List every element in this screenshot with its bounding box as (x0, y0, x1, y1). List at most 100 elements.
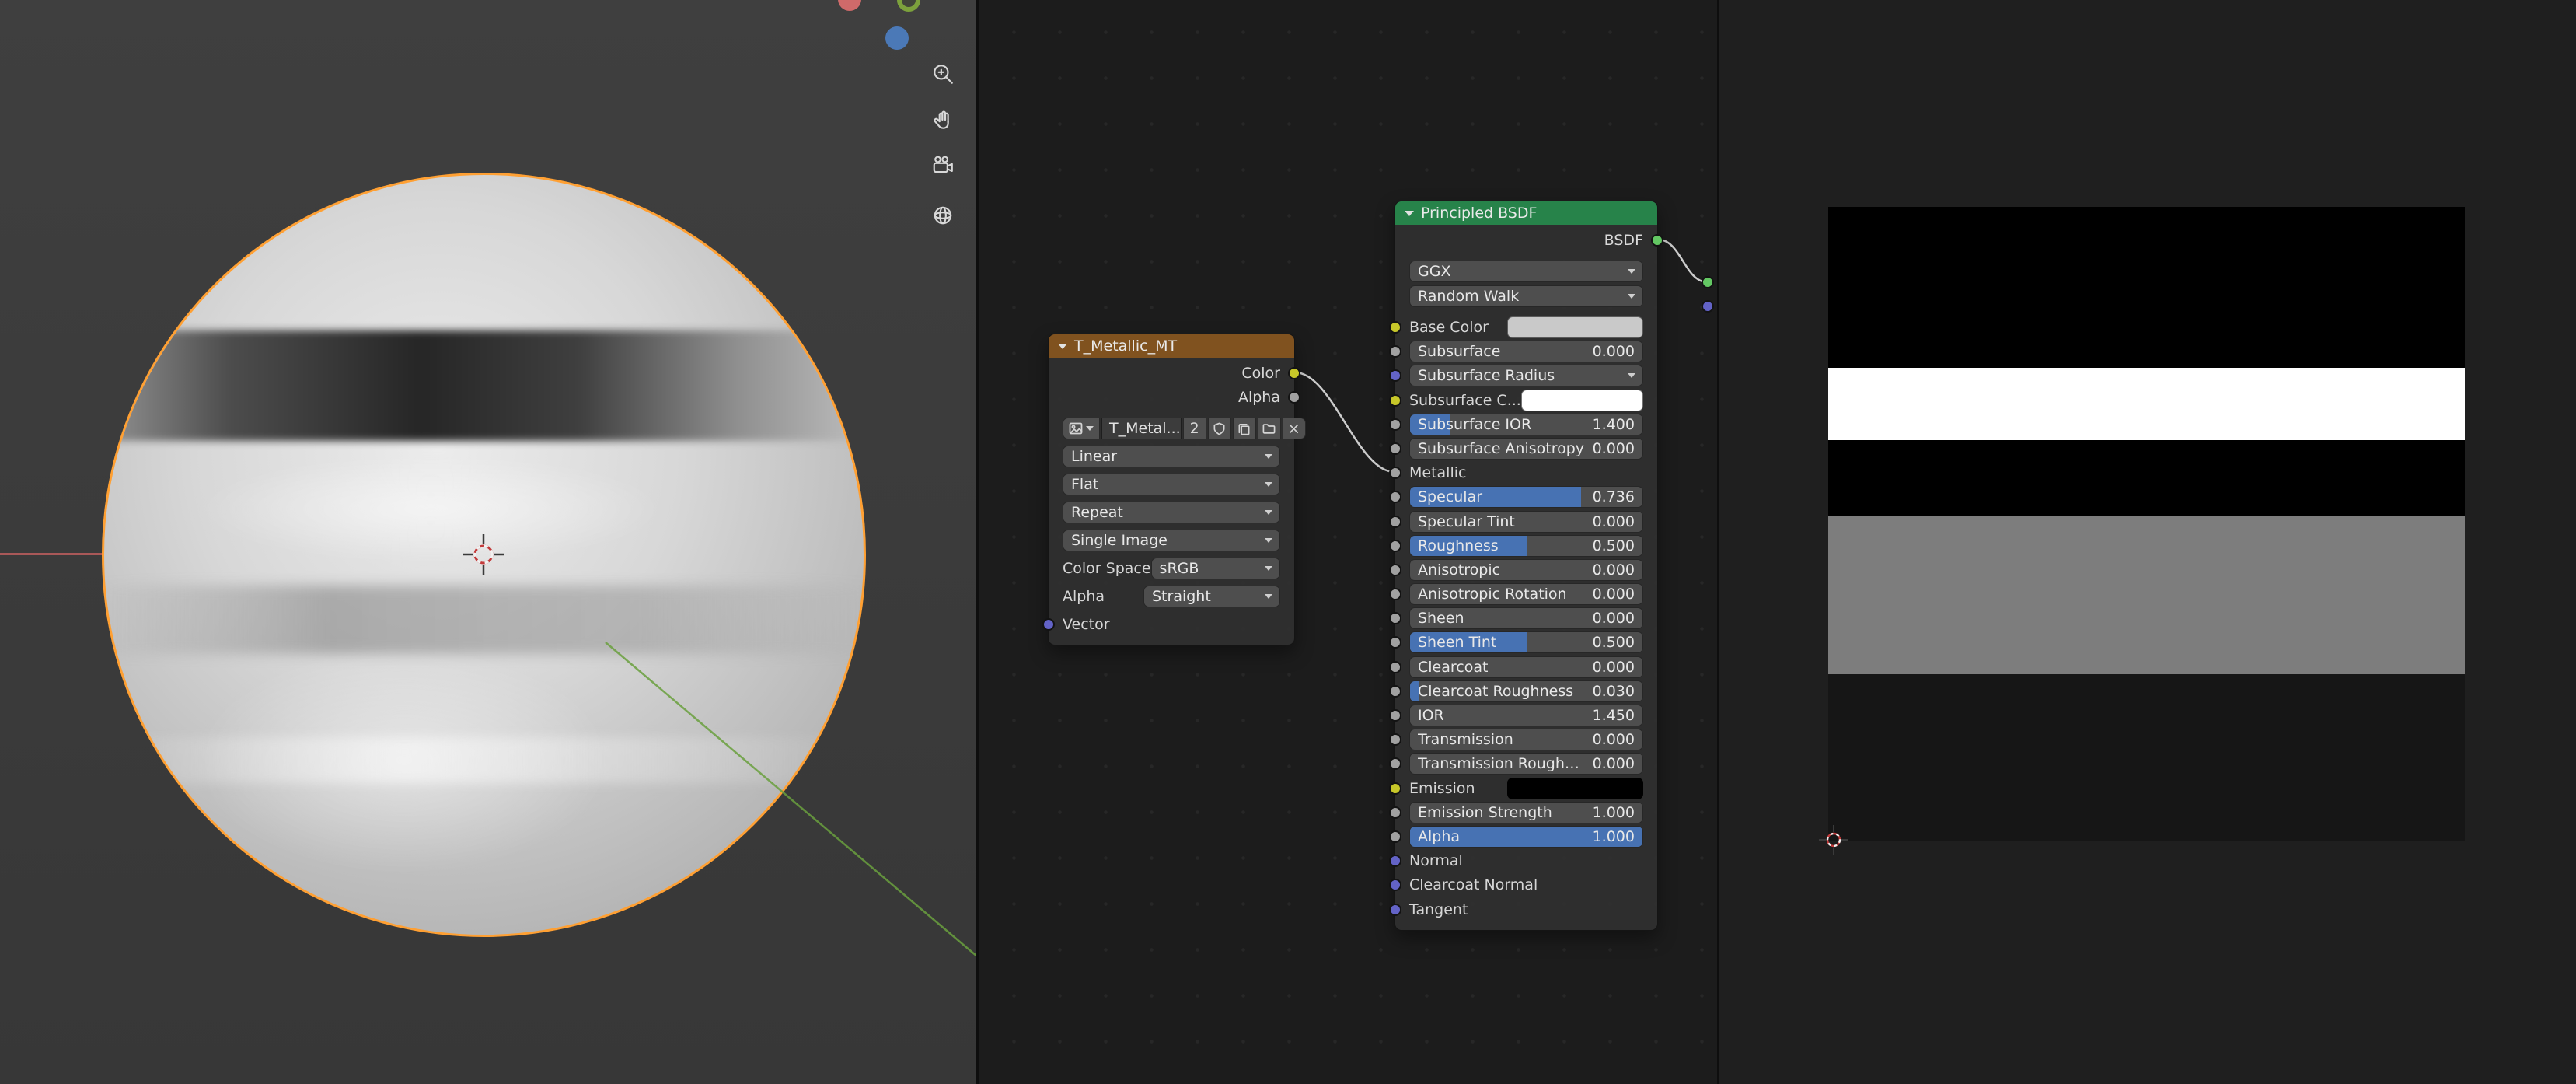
image-texture-node[interactable]: T_Metallic_MT Color Alpha (1048, 334, 1295, 645)
bsdf-row-ior: IOR 1.450 (1395, 705, 1657, 726)
sheen-tint-socket[interactable] (1389, 636, 1401, 649)
bsdf-row-anisotropic-rotation: Anisotropic Rotation 0.000 (1395, 583, 1657, 605)
emission-swatch[interactable] (1507, 778, 1643, 799)
clearcoat-slider[interactable]: Clearcoat 0.000 (1409, 656, 1643, 678)
principled-bsdf-node[interactable]: Principled BSDF BSDF GGX Random Walk (1394, 201, 1658, 931)
image-browse-button[interactable] (1063, 418, 1100, 439)
shader-editor[interactable]: T_Metallic_MT Color Alpha (979, 0, 1717, 1084)
emission-strength-socket[interactable] (1389, 806, 1401, 819)
editor-divider-left[interactable] (976, 0, 979, 1084)
image-name-field[interactable]: T_Metal... (1101, 418, 1182, 439)
clearcoat-socket[interactable] (1389, 661, 1401, 673)
subsurface-radius-dropdown[interactable]: Subsurface Radius (1409, 365, 1643, 386)
material-output-surface-socket[interactable] (1702, 276, 1714, 288)
open-image-button[interactable] (1258, 418, 1281, 439)
gizmo-axis-z-ball[interactable] (885, 26, 909, 50)
anisotropic-socket[interactable] (1389, 564, 1401, 576)
unlink-image-button[interactable] (1283, 418, 1306, 439)
chevron-down-icon (1265, 482, 1272, 487)
3d-viewport[interactable] (0, 0, 976, 1084)
anisotropic-slider[interactable]: Anisotropic 0.000 (1409, 559, 1643, 581)
tangent-socket[interactable] (1389, 904, 1401, 916)
gizmo-axis-y-ball[interactable] (897, 0, 920, 12)
transmission-slider[interactable]: Transmission 0.000 (1409, 729, 1643, 750)
specular-slider[interactable]: Specular 0.736 (1409, 486, 1643, 508)
collapse-chevron-icon[interactable] (1405, 211, 1414, 216)
image-node-header[interactable]: T_Metallic_MT (1049, 334, 1294, 358)
vector-input-socket[interactable] (1042, 618, 1055, 631)
fake-user-button[interactable] (1208, 418, 1231, 439)
emission-strength-field[interactable]: Emission Strength 1.000 (1409, 802, 1643, 823)
ior-socket[interactable] (1389, 709, 1401, 722)
extension-dropdown[interactable]: Repeat (1063, 502, 1280, 523)
roughness-slider[interactable]: Roughness 0.500 (1409, 535, 1643, 557)
slider-value: 0.000 (1593, 659, 1635, 676)
sheen-socket[interactable] (1389, 612, 1401, 624)
alpha-socket[interactable] (1389, 830, 1401, 843)
texture-stripe-5 (1828, 674, 2465, 841)
normal-socket[interactable] (1389, 855, 1401, 867)
slider-label: Subsurface (1418, 343, 1588, 360)
slider-label: Roughness (1418, 537, 1588, 554)
zoom-icon[interactable] (927, 58, 959, 90)
anisotropic-rotation-slider[interactable]: Anisotropic Rotation 0.000 (1409, 583, 1643, 605)
subsurface-slider[interactable]: Subsurface 0.000 (1409, 341, 1643, 362)
transmission-roughness-slider[interactable]: Transmission Roughness 0.000 (1409, 753, 1643, 775)
2d-cursor (1817, 823, 1851, 857)
specular-socket[interactable] (1389, 491, 1401, 503)
collapse-chevron-icon[interactable] (1058, 344, 1067, 349)
field-label: IOR (1418, 707, 1588, 724)
alpha-output-socket[interactable] (1288, 391, 1300, 404)
bsdf-output-socket[interactable] (1651, 234, 1663, 247)
subsurface-anisotropy-slider[interactable]: Subsurface Anisotropy 0.000 (1409, 438, 1643, 460)
subsurface-ior-slider[interactable]: Subsurface IOR 1.400 (1409, 414, 1643, 435)
subsurface-method-dropdown[interactable]: Random Walk (1409, 285, 1643, 307)
clearcoat-normal-socket[interactable] (1389, 879, 1401, 891)
base-color-socket[interactable] (1389, 321, 1401, 334)
subsurface-socket[interactable] (1389, 345, 1401, 358)
subsurface-color-swatch[interactable] (1521, 390, 1643, 411)
clearcoat-roughness-slider[interactable]: Clearcoat Roughness 0.030 (1409, 680, 1643, 702)
texture-image[interactable] (1828, 207, 2465, 841)
base-color-swatch[interactable] (1507, 316, 1643, 338)
hand-icon[interactable] (927, 103, 959, 136)
new-image-button[interactable] (1233, 418, 1256, 439)
alpha-slider[interactable]: Alpha 1.000 (1409, 826, 1643, 848)
sphere-grid-icon[interactable] (927, 199, 959, 232)
gizmo-axis-x-ball[interactable] (838, 0, 861, 11)
interpolation-dropdown[interactable]: Linear (1063, 446, 1280, 467)
emission-socket[interactable] (1389, 782, 1401, 795)
distribution-dropdown[interactable]: GGX (1409, 261, 1643, 282)
alpha-mode-dropdown[interactable]: Straight (1143, 586, 1280, 607)
material-output-displacement-socket[interactable] (1702, 300, 1714, 313)
sheen-slider[interactable]: Sheen 0.000 (1409, 607, 1643, 629)
image-editor[interactable] (1719, 0, 2576, 1084)
subsurface-anisotropy-socket[interactable] (1389, 442, 1401, 455)
slider-value: 0.736 (1593, 488, 1635, 505)
subsurface-ior-socket[interactable] (1389, 418, 1401, 431)
color-space-value: sRGB (1160, 560, 1260, 577)
specular-tint-slider[interactable]: Specular Tint 0.000 (1409, 511, 1643, 533)
slider-label: Clearcoat (1418, 659, 1588, 676)
roughness-socket[interactable] (1389, 540, 1401, 552)
transmission-socket[interactable] (1389, 733, 1401, 746)
subsurface-radius-socket[interactable] (1389, 369, 1401, 382)
editor-divider-right[interactable] (1717, 0, 1719, 1084)
camera-icon[interactable] (927, 149, 959, 182)
ior-field[interactable]: IOR 1.450 (1409, 705, 1643, 726)
principled-node-header[interactable]: Principled BSDF (1395, 201, 1657, 225)
subsurface-color-socket[interactable] (1389, 394, 1401, 407)
sheen-tint-slider[interactable]: Sheen Tint 0.500 (1409, 631, 1643, 653)
image-users-button[interactable]: 2 (1183, 418, 1206, 439)
close-icon (1288, 423, 1300, 435)
clearcoat-roughness-socket[interactable] (1389, 685, 1401, 698)
specular-tint-socket[interactable] (1389, 516, 1401, 528)
metallic-socket[interactable] (1389, 467, 1401, 479)
color-space-dropdown[interactable]: sRGB (1151, 558, 1280, 579)
transmission-roughness-socket[interactable] (1389, 757, 1401, 770)
projection-dropdown[interactable]: Flat (1063, 474, 1280, 495)
source-dropdown[interactable]: Single Image (1063, 530, 1280, 551)
anisotropic-rotation-socket[interactable] (1389, 588, 1401, 600)
source-row: Single Image (1049, 530, 1294, 551)
color-output-socket[interactable] (1288, 367, 1300, 379)
